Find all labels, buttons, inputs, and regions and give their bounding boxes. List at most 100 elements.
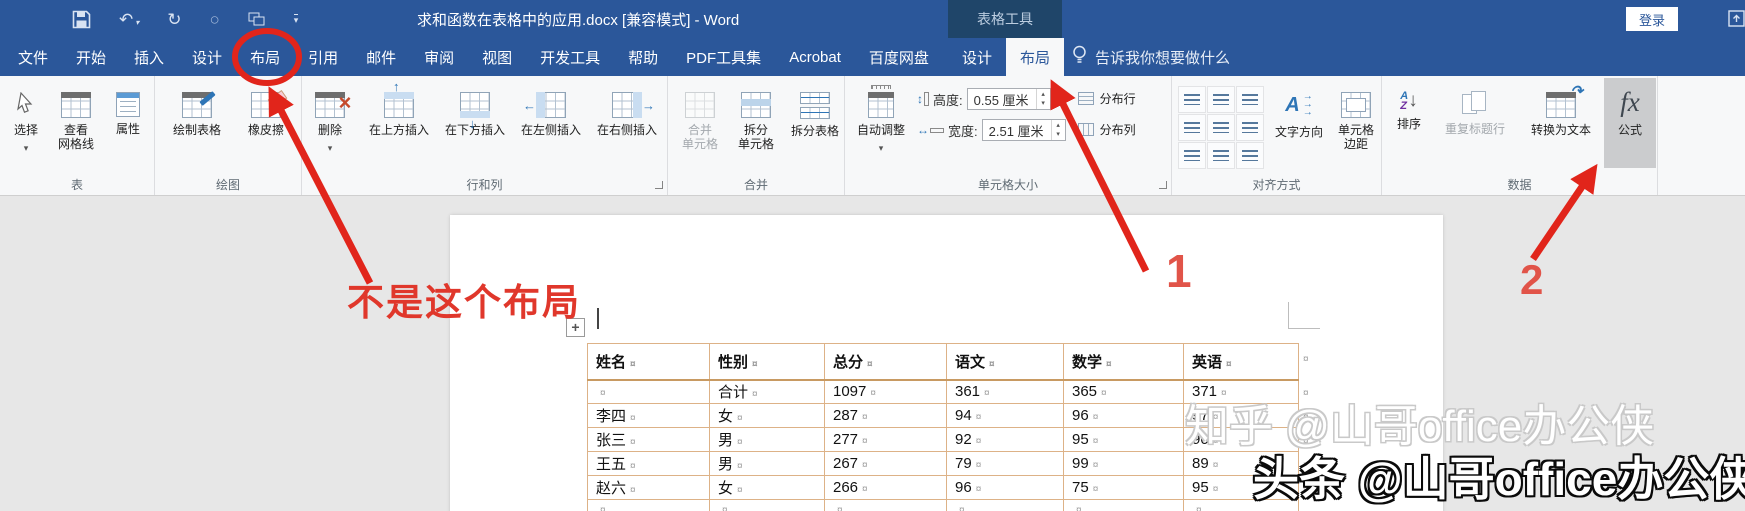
ribbon-display-options-icon[interactable] [1728,10,1745,32]
tab-mailings[interactable]: 邮件 [352,38,410,76]
table-cell[interactable]: 男 ¤ [709,427,825,452]
table-cell[interactable]: 92 ¤ [946,427,1064,452]
insert-above-button[interactable]: 在上方插入 [361,78,437,174]
align-center-button[interactable] [1207,114,1235,141]
tab-references[interactable]: 引用 [294,38,352,76]
undo-icon[interactable] [119,11,139,28]
header-cell[interactable]: 性别 ¤ [709,343,825,381]
split-table-button[interactable]: 拆分表格 [784,78,846,174]
draw-table-button[interactable]: 绘制表格 [159,78,235,174]
dialog-launcher-icon[interactable] [655,181,663,189]
insert-left-button[interactable]: 在左侧插入 [513,78,589,174]
table-cell[interactable]: 96 ¤ [1063,403,1184,428]
table-cell[interactable]: 王五 ¤ [587,451,710,476]
customize-qat-icon[interactable] [293,13,299,25]
table-cell[interactable]: 277 ¤ [824,427,947,452]
tab-view[interactable]: 视图 [468,38,526,76]
table-cell[interactable]: ¤ [946,499,1064,511]
table-cell[interactable]: 267 ¤ [824,451,947,476]
spinner-arrows[interactable] [1050,120,1065,140]
table-cell[interactable]: ¤ [1063,499,1184,511]
view-gridlines-button[interactable]: 查看 网格线 [48,78,104,174]
header-cell[interactable]: 姓名 ¤ [587,343,710,381]
header-cell[interactable]: 总分 ¤ [824,343,947,381]
header-cell[interactable]: 英语 ¤ [1183,343,1299,381]
group-merge: 合并 单元格 拆分 单元格 拆分表格 合并 [668,76,845,195]
table-cell[interactable]: 99 ¤ [1063,451,1184,476]
table-cell[interactable]: 赵六 ¤ [587,475,710,500]
align-top-left-button[interactable] [1178,86,1206,113]
sort-button[interactable]: 排序 [1386,78,1432,174]
table-cell[interactable]: 合计 ¤ [709,379,825,404]
table-cell[interactable]: 95 ¤ [1063,427,1184,452]
tab-developer[interactable]: 开发工具 [526,38,614,76]
tab-pdf-tools[interactable]: PDF工具集 [672,38,775,76]
spinner-arrows[interactable] [1035,89,1050,109]
table-cell[interactable]: ¤ [709,499,825,511]
end-of-cell-mark: ¤ [737,413,743,424]
select-button[interactable]: 选择 [4,78,48,174]
align-bottom-center-button[interactable] [1207,142,1235,169]
insert-right-button[interactable]: 在右侧插入 [589,78,665,174]
merge-cells-button[interactable]: 合并 单元格 [672,78,728,174]
split-cells-button[interactable]: 拆分 单元格 [728,78,784,174]
table-cell[interactable]: 287 ¤ [824,403,947,428]
table-cell[interactable]: 96 ¤ [946,475,1064,500]
distribute-rows-button[interactable]: 分布行 [1077,90,1136,107]
cell-margins-button[interactable]: 单元格 边距 [1328,78,1384,174]
distribute-columns-button[interactable]: 分布列 [1077,121,1136,138]
formula-button[interactable]: 公式 [1604,78,1656,168]
table-cell[interactable]: 361 ¤ [946,379,1064,404]
table-cell[interactable]: ¤ [587,499,710,511]
table-cell[interactable]: ¤ [824,499,947,511]
tab-help[interactable]: 帮助 [614,38,672,76]
row-height-input[interactable]: 0.55 厘米 [966,88,1051,110]
text-direction-button[interactable]: 文字方向 [1270,78,1328,174]
header-cell[interactable]: 语文 ¤ [946,343,1064,381]
properties-button[interactable]: 属性 [104,78,152,174]
align-center-right-button[interactable] [1236,114,1264,141]
table-cell[interactable]: 94 ¤ [946,403,1064,428]
tab-file[interactable]: 文件 [4,38,62,76]
redo-icon[interactable] [167,11,181,28]
autofit-button[interactable]: 自动调整 [849,78,913,174]
convert-to-text-button[interactable]: 转换为文本 [1518,78,1604,174]
align-bottom-right-button[interactable] [1236,142,1264,169]
table-cell[interactable]: 1097 ¤ [824,379,947,404]
align-top-right-button[interactable] [1236,86,1264,113]
tab-layout[interactable]: 布局 [236,38,294,76]
tab-acrobat[interactable]: Acrobat [775,38,855,76]
sign-in-button[interactable]: 登录 [1626,7,1678,31]
tab-table-layout[interactable]: 布局 [1006,38,1065,76]
tell-me-box[interactable]: 告诉我你想要做什么 [1072,38,1230,76]
table-cell[interactable]: 女 ¤ [709,403,825,428]
touch-mode-icon[interactable] [210,11,220,28]
insert-below-button[interactable]: 在下方插入 [437,78,513,174]
table-cell[interactable]: 男 ¤ [709,451,825,476]
eraser-button[interactable]: 橡皮擦 [235,78,297,174]
align-bottom-left-button[interactable] [1178,142,1206,169]
align-center-left-button[interactable] [1178,114,1206,141]
tab-table-design[interactable]: 设计 [948,38,1006,76]
dialog-launcher-icon[interactable] [1159,181,1167,189]
tab-review[interactable]: 审阅 [410,38,468,76]
delete-button[interactable]: 删除 [306,78,354,174]
switch-windows-icon[interactable] [248,12,266,27]
column-width-input[interactable]: 2.51 厘米 [981,119,1066,141]
table-cell[interactable]: 266 ¤ [824,475,947,500]
tab-insert[interactable]: 插入 [120,38,178,76]
tab-home[interactable]: 开始 [62,38,120,76]
table-cell[interactable]: ¤ [587,379,710,404]
header-cell[interactable]: 数学 ¤ [1063,343,1184,381]
table-cell[interactable]: 李四 ¤ [587,403,710,428]
table-cell[interactable]: 张三 ¤ [587,427,710,452]
table-cell[interactable]: 365 ¤ [1063,379,1184,404]
align-top-center-button[interactable] [1207,86,1235,113]
table-cell[interactable]: 女 ¤ [709,475,825,500]
table-cell[interactable]: 75 ¤ [1063,475,1184,500]
table-cell[interactable]: 79 ¤ [946,451,1064,476]
tab-design[interactable]: 设计 [178,38,236,76]
save-icon[interactable] [72,10,91,29]
repeat-header-rows-button[interactable]: 重复标题行 [1432,78,1518,174]
tab-baidu-netdisk[interactable]: 百度网盘 [855,38,943,76]
